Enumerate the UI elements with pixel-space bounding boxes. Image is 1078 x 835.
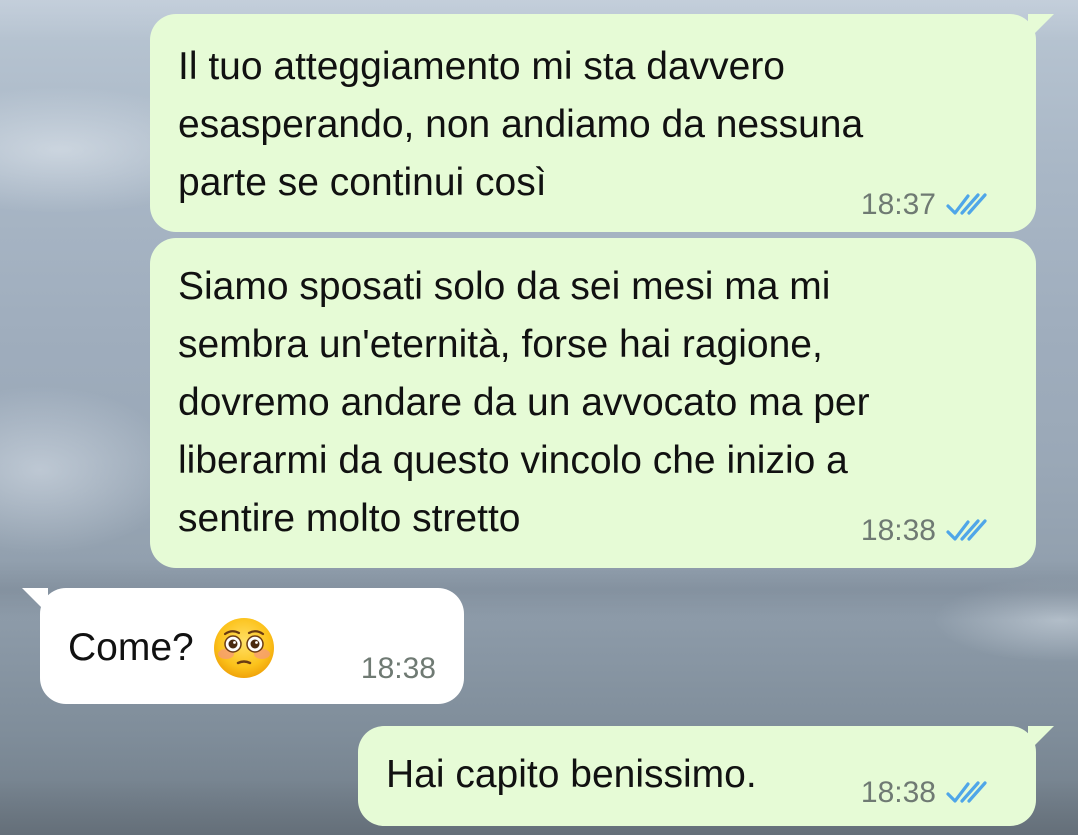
message-meta: 18:38 [361,654,436,684]
bubble-tail [1028,726,1054,752]
outgoing-message-bubble[interactable]: Hai capito benissimo. 18:38 [358,726,1054,826]
message-meta: 18:37 [861,190,988,220]
flushed-face-emoji [213,618,274,678]
message-text: Il tuo atteggiamento mi sta davvero esas… [178,45,864,204]
message-meta: 18:38 [861,516,988,546]
outgoing-message-bubble[interactable]: Siamo sposati solo da sei mesi ma mi sem… [150,238,1036,568]
message-time: 18:37 [860,188,936,221]
double-check-read-icon [946,193,987,215]
message-text: Siamo sposati solo da sei mesi ma mi sem… [178,265,870,540]
double-check-read-icon [946,781,987,803]
message-meta: 18:38 [861,778,988,808]
message-time: 18:38 [360,652,436,685]
message-time: 18:38 [860,776,936,809]
bubble-tail [22,588,48,614]
message-text: Come? [68,626,194,669]
incoming-message-bubble[interactable]: Come? 18:38 [22,588,464,704]
double-check-read-icon [946,519,987,541]
bubble-tail [1028,14,1054,40]
outgoing-message-bubble[interactable]: Il tuo atteggiamento mi sta davvero esas… [150,14,1054,232]
message-time: 18:38 [860,514,936,547]
